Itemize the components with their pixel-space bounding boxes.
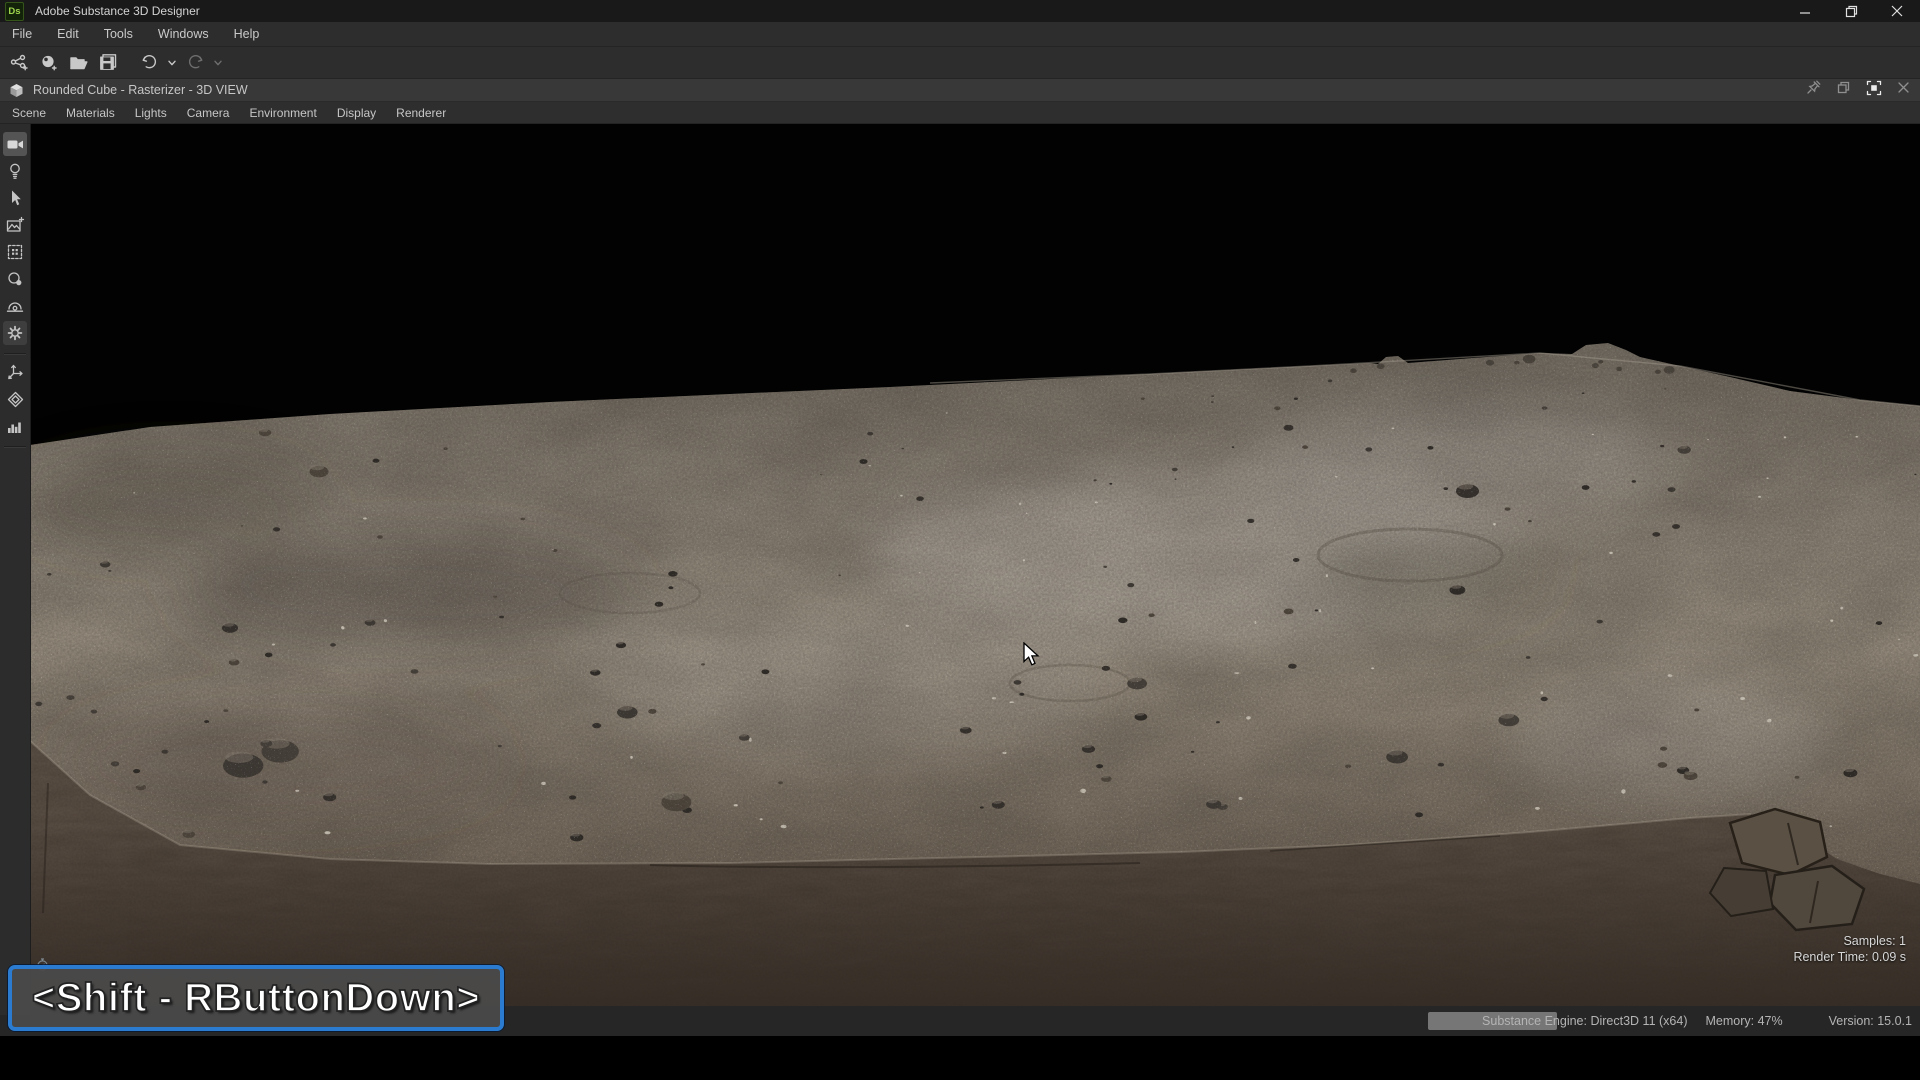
- new-substance-icon: [9, 53, 29, 73]
- render-3d-scene: [30, 123, 1920, 1006]
- render-stats: Samples: 1 Render Time: 0.09 s: [1793, 933, 1906, 965]
- light-tool-icon: [6, 162, 24, 180]
- view-menu-renderer[interactable]: Renderer: [396, 106, 446, 120]
- camera-tool-button[interactable]: [3, 132, 27, 156]
- keystroke-overlay: <Shift - RButtonDown>: [8, 965, 504, 1031]
- menu-file[interactable]: File: [12, 27, 32, 41]
- panel-tab-actions: [1806, 80, 1910, 101]
- app-logo-icon: Ds: [5, 2, 24, 21]
- panel-tab-title[interactable]: Rounded Cube - Rasterizer - 3D VIEW: [33, 83, 248, 97]
- redo-history-dropdown[interactable]: [210, 50, 226, 76]
- focus-frame-button[interactable]: [1866, 80, 1882, 101]
- close-button[interactable]: [1874, 0, 1920, 22]
- tool-separator: [4, 353, 26, 355]
- restore-panel-button[interactable]: [1836, 80, 1851, 100]
- keystroke-overlay-text: <Shift - RButtonDown>: [32, 976, 480, 1021]
- restore-panel-icon: [1836, 80, 1851, 95]
- transform-tool-icon: [6, 363, 25, 382]
- close-panel-icon: [1897, 81, 1910, 94]
- view-menu-environment[interactable]: Environment: [249, 106, 316, 120]
- undo-button[interactable]: [134, 50, 164, 76]
- histogram-tool-icon: [6, 417, 24, 435]
- new-package-icon: [39, 53, 59, 73]
- view-menu-scene[interactable]: Scene: [12, 106, 46, 120]
- view-menu-display[interactable]: Display: [337, 106, 376, 120]
- panel-tab-bar: Rounded Cube - Rasterizer - 3D VIEW: [0, 79, 1920, 102]
- version-status: Version: 15.0.1: [1829, 1014, 1912, 1028]
- open-button[interactable]: [64, 50, 94, 76]
- open-icon: [69, 53, 89, 73]
- viewport-canvas[interactable]: Samples: 1 Render Time: 0.09 s: [30, 123, 1920, 1006]
- window-title: Adobe Substance 3D Designer: [35, 4, 200, 18]
- view-menu-materials[interactable]: Materials: [66, 106, 115, 120]
- view-menu-lights[interactable]: Lights: [135, 106, 167, 120]
- bottom-black-strip: [0, 1036, 1920, 1080]
- light-tool-button[interactable]: [3, 159, 27, 183]
- transform-tool-button[interactable]: [3, 360, 27, 384]
- close-icon: [1891, 5, 1903, 17]
- window-controls: [1782, 0, 1920, 22]
- material-tool-icon: [6, 243, 24, 261]
- main-toolbar: [0, 47, 1920, 79]
- pointer-tool-button[interactable]: [3, 186, 27, 210]
- view-menu-camera[interactable]: Camera: [187, 106, 230, 120]
- save-icon: [99, 53, 119, 73]
- material-tool-button[interactable]: [3, 240, 27, 264]
- menu-tools[interactable]: Tools: [104, 27, 133, 41]
- menu-help[interactable]: Help: [234, 27, 260, 41]
- menu-bar: File Edit Tools Windows Help: [0, 22, 1920, 47]
- redo-button[interactable]: [180, 50, 210, 76]
- minimize-button[interactable]: [1782, 0, 1828, 22]
- mouse-cursor: [1023, 642, 1045, 673]
- cube-icon: [8, 82, 25, 99]
- geometry-tool-icon: [6, 390, 25, 409]
- dome-light-tool-button[interactable]: [3, 294, 27, 318]
- orbit-tool-icon: [6, 270, 24, 288]
- redo-icon: [186, 53, 205, 72]
- render-time-readout: Render Time: 0.09 s: [1793, 949, 1906, 965]
- app-window: Ds Adobe Substance 3D Designer File Edit…: [0, 0, 1920, 1080]
- save-button[interactable]: [94, 50, 124, 76]
- undo-dropdown-icon: [168, 60, 176, 66]
- histogram-tool-button[interactable]: [3, 414, 27, 438]
- pointer-tool-icon: [6, 189, 24, 207]
- viewport-tool-column: [0, 123, 31, 1015]
- dome-light-tool-icon: [6, 297, 24, 315]
- pin-icon: [1806, 80, 1821, 95]
- environment-image-tool-button[interactable]: [3, 213, 27, 237]
- restore-icon: [1845, 5, 1858, 18]
- view-menu-bar: Scene Materials Lights Camera Environmen…: [0, 102, 1920, 124]
- camera-tool-icon: [6, 135, 25, 154]
- engine-status: Substance Engine: Direct3D 11 (x64): [1482, 1014, 1687, 1028]
- environment-image-tool-icon: [6, 216, 25, 235]
- title-bar: Ds Adobe Substance 3D Designer: [0, 0, 1920, 22]
- geometry-tool-button[interactable]: [3, 387, 27, 411]
- settings-tool-button[interactable]: [3, 321, 27, 345]
- new-package-button[interactable]: [34, 50, 64, 76]
- new-substance-button[interactable]: [4, 50, 34, 76]
- memory-status: Memory: 47%: [1705, 1014, 1782, 1028]
- focus-frame-icon: [1866, 80, 1882, 96]
- samples-readout: Samples: 1: [1793, 933, 1906, 949]
- undo-icon: [140, 53, 159, 72]
- close-panel-button[interactable]: [1897, 81, 1910, 99]
- tool-separator: [4, 446, 26, 448]
- minimize-icon: [1799, 5, 1811, 17]
- menu-edit[interactable]: Edit: [57, 27, 79, 41]
- menu-windows[interactable]: Windows: [158, 27, 209, 41]
- settings-tool-icon: [6, 324, 24, 342]
- orbit-tool-button[interactable]: [3, 267, 27, 291]
- restore-button[interactable]: [1828, 0, 1874, 22]
- redo-dropdown-icon: [214, 60, 222, 66]
- undo-history-dropdown[interactable]: [164, 50, 180, 76]
- pin-button[interactable]: [1806, 80, 1821, 100]
